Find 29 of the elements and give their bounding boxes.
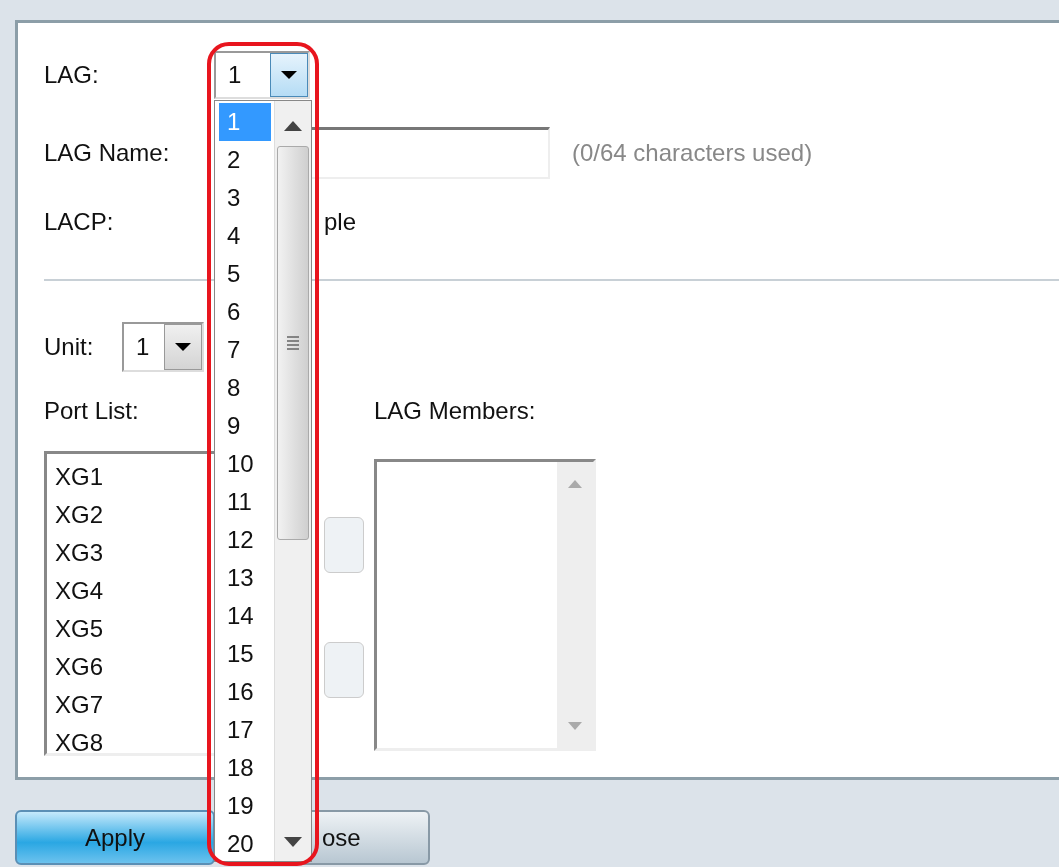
scroll-thumb[interactable] [277,146,309,540]
field-label: Unit: [44,333,95,361]
field-label: LAG Name: [44,138,171,167]
dropdown-option[interactable]: 4 [219,217,271,255]
dropdown-option[interactable]: 3 [219,179,271,217]
dropdown-option[interactable]: 8 [219,369,271,407]
remove-button[interactable] [324,642,364,698]
dropdown-option[interactable]: 7 [219,331,271,369]
list-label: Port List: [44,397,139,426]
dropdown-option[interactable]: 5 [219,255,271,293]
grip-icon [287,336,299,350]
field-label: LACP: [44,208,115,236]
scroll-down-icon[interactable] [284,837,302,847]
scrollbar[interactable] [274,101,311,861]
lag-select[interactable]: 1 [214,51,310,99]
character-counter: (0/64 characters used) [572,138,813,167]
members-listbox[interactable] [374,459,596,751]
option-label: ple [324,208,357,236]
dropdown-option[interactable]: 2 [219,141,271,179]
dropdown-option[interactable]: 6 [219,293,271,331]
dropdown-option[interactable]: 19 [219,787,271,825]
scroll-up-icon[interactable] [284,121,302,131]
dropdown-option[interactable]: 9 [219,407,271,445]
field-label: LAG: [44,61,100,89]
form-button[interactable]: Apply [15,810,215,865]
dropdown-option[interactable]: 20 [219,825,271,863]
unit-select[interactable]: 1 [122,322,204,372]
list-label: LAG Members: [374,397,536,426]
add-button[interactable] [324,517,364,573]
